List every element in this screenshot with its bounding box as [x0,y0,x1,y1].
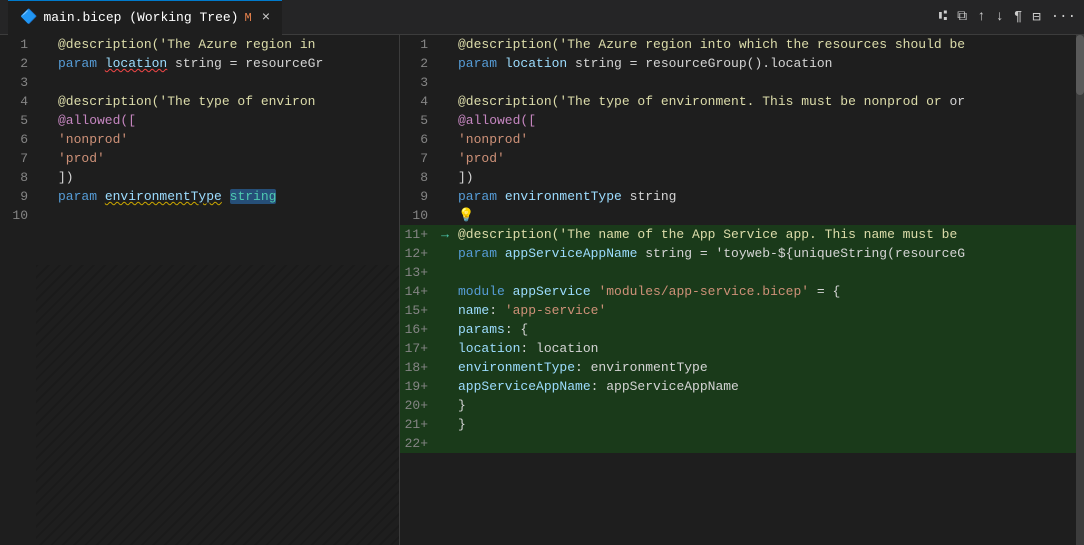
table-row: 14+ module appService 'modules/app-servi… [400,282,1084,301]
next-change-icon[interactable]: ↓ [996,9,1004,26]
table-row: 4 @description('The type of environment.… [400,92,1084,111]
tab-close-button[interactable]: × [262,10,270,26]
toolbar-actions: ⑆ ⧉ ↑ ↓ ¶ ⊟ ··· [939,9,1076,26]
table-row: 8 ]) [0,168,399,187]
table-row: 17+ location: location [400,339,1084,358]
vertical-scrollbar[interactable] [1076,35,1084,545]
table-row: 8 ]) [400,168,1084,187]
layout-icon[interactable]: ⊟ [1032,9,1040,26]
table-row: 22+ [400,434,1084,453]
table-row: 5 @allowed([ [400,111,1084,130]
table-row: 11+ → @description('The name of the App … [400,225,1084,244]
compare-icon[interactable]: ⑆ [939,9,947,26]
table-row: 18+ environmentType: environmentType [400,358,1084,377]
file-icon: 🔷 [20,9,37,26]
table-row: 7 'prod' [0,149,399,168]
table-row: 13+ [400,263,1084,282]
table-row: 21+ } [400,415,1084,434]
table-row: 1 @description('The Azure region into wh… [400,35,1084,54]
editor-tab[interactable]: 🔷 main.bicep (Working Tree) M × [8,0,282,35]
table-row: 15+ name: 'app-service' [400,301,1084,320]
right-code-area: 1 @description('The Azure region into wh… [400,35,1084,453]
table-row: 16+ params: { [400,320,1084,339]
prev-change-icon[interactable]: ↑ [977,9,985,26]
left-pane: 1 @description('The Azure region in 2 pa… [0,35,400,545]
editor-container: 1 @description('The Azure region in 2 pa… [0,35,1084,545]
table-row: 10 [0,206,399,225]
table-row: 19+ appServiceAppName: appServiceAppName [400,377,1084,396]
diff-arrow: → [436,225,454,244]
table-row: 6 'nonprod' [400,130,1084,149]
table-row: 9 param environmentType string [0,187,399,206]
left-code-area: 1 @description('The Azure region in 2 pa… [0,35,399,225]
split-icon[interactable]: ⧉ [957,9,967,26]
table-row: 6 'nonprod' [0,130,399,149]
table-row: 4 @description('The type of environ [0,92,399,111]
whitespace-icon[interactable]: ¶ [1014,9,1022,26]
title-bar: 🔷 main.bicep (Working Tree) M × ⑆ ⧉ ↑ ↓ … [0,0,1084,35]
table-row: 2 param location string = resourceGroup(… [400,54,1084,73]
table-row: 5 @allowed([ [0,111,399,130]
table-row: 9 param environmentType string [400,187,1084,206]
table-row: 10 💡 [400,206,1084,225]
table-row: 1 @description('The Azure region in [0,35,399,54]
table-row: 3 [400,73,1084,92]
more-actions-icon[interactable]: ··· [1051,9,1076,26]
table-row: 7 'prod' [400,149,1084,168]
table-row: 2 param location string = resourceGr [0,54,399,73]
scrollbar-thumb[interactable] [1076,35,1084,95]
table-row: 3 [0,73,399,92]
table-row: 20+ } [400,396,1084,415]
right-pane: 1 @description('The Azure region into wh… [400,35,1084,545]
tab-modified-indicator: M [244,11,251,25]
table-row: 12+ param appServiceAppName string = 'to… [400,244,1084,263]
diff-hatch-overlay [36,265,399,545]
tab-filename: main.bicep (Working Tree) [43,10,238,25]
